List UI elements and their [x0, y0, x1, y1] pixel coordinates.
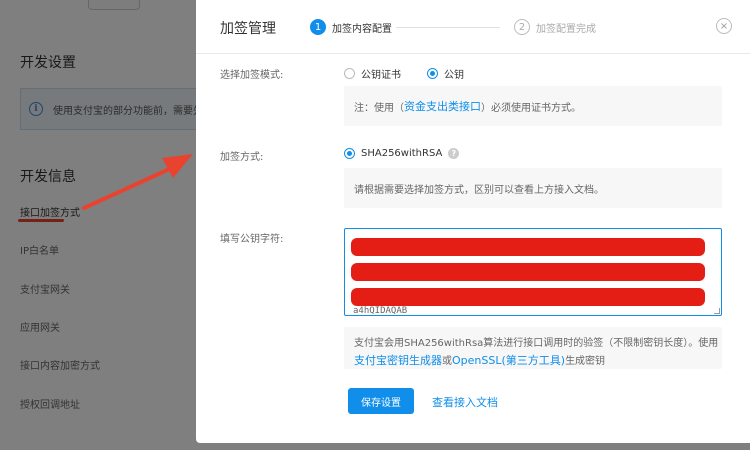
radio-sha256-label[interactable]: SHA256withRSA	[361, 148, 442, 159]
openssl-link[interactable]: OpenSSL(第三方工具)	[452, 354, 565, 367]
radio-public-key-label[interactable]: 公钥	[444, 66, 464, 81]
radio-sha256[interactable]	[344, 148, 355, 159]
step-2-label: 加签配置完成	[536, 23, 596, 35]
redaction-mark	[351, 288, 705, 306]
step-1-number: 1	[310, 19, 326, 35]
key-note-or: 或	[442, 356, 452, 367]
radio-cert-label[interactable]: 公钥证书	[361, 66, 401, 81]
redaction-mark	[351, 238, 705, 256]
mode-note-suffix: ）必须使用证书方式。	[481, 102, 581, 114]
step-2-number: 2	[514, 19, 530, 35]
method-label: 加签方式:	[220, 152, 264, 163]
radio-public-key[interactable]	[427, 68, 438, 79]
method-radio-group: SHA256withRSA ?	[344, 148, 460, 159]
mode-note: 注：使用（ 资金支出类接口 ）必须使用证书方式。	[344, 86, 722, 126]
modal-header: 加签管理 1 加签内容配置 2 加签配置完成 ×	[196, 0, 750, 54]
resize-handle[interactable]	[714, 308, 720, 314]
step-1: 1 加签内容配置	[310, 19, 392, 35]
key-generator-link[interactable]: 支付宝密钥生成器	[354, 354, 442, 367]
step-2: 2 加签配置完成	[514, 19, 596, 35]
method-note: 请根据需要选择加签方式，区别可以查看上方接入文档。	[344, 168, 722, 208]
redaction-mark	[351, 263, 705, 281]
save-button[interactable]: 保存设置	[348, 388, 414, 414]
view-docs-link[interactable]: 查看接入文档	[432, 394, 498, 410]
key-note: 支付宝会用SHA256withRsa算法进行接口调用时的验签（不限制密钥长度）。…	[344, 327, 722, 369]
radio-cert[interactable]	[344, 68, 355, 79]
modal-title: 加签管理	[220, 21, 276, 37]
public-key-textarea[interactable]: a4hQIDAQAB	[344, 228, 722, 316]
key-text-tail: a4hQIDAQAB	[353, 306, 408, 316]
mode-note-prefix: 注：使用（	[354, 102, 404, 114]
mode-radio-group: 公钥证书 公钥	[344, 66, 464, 81]
close-icon[interactable]: ×	[716, 18, 732, 34]
mode-note-link[interactable]: 资金支出类接口	[404, 98, 481, 114]
key-note-suffix: 生成密钥	[565, 356, 606, 367]
help-icon[interactable]: ?	[448, 148, 460, 159]
step-connector	[396, 27, 500, 28]
sign-management-modal: 加签管理 1 加签内容配置 2 加签配置完成 × 选择加签模式: 公钥证书 公钥…	[196, 0, 750, 443]
key-note-line1: 支付宝会用SHA256withRsa算法进行接口调用时的验签（不限制密钥长度）。…	[354, 338, 719, 349]
mode-label: 选择加签模式:	[220, 70, 284, 81]
key-label: 填写公钥字符:	[220, 234, 284, 245]
step-1-label: 加签内容配置	[332, 23, 392, 35]
